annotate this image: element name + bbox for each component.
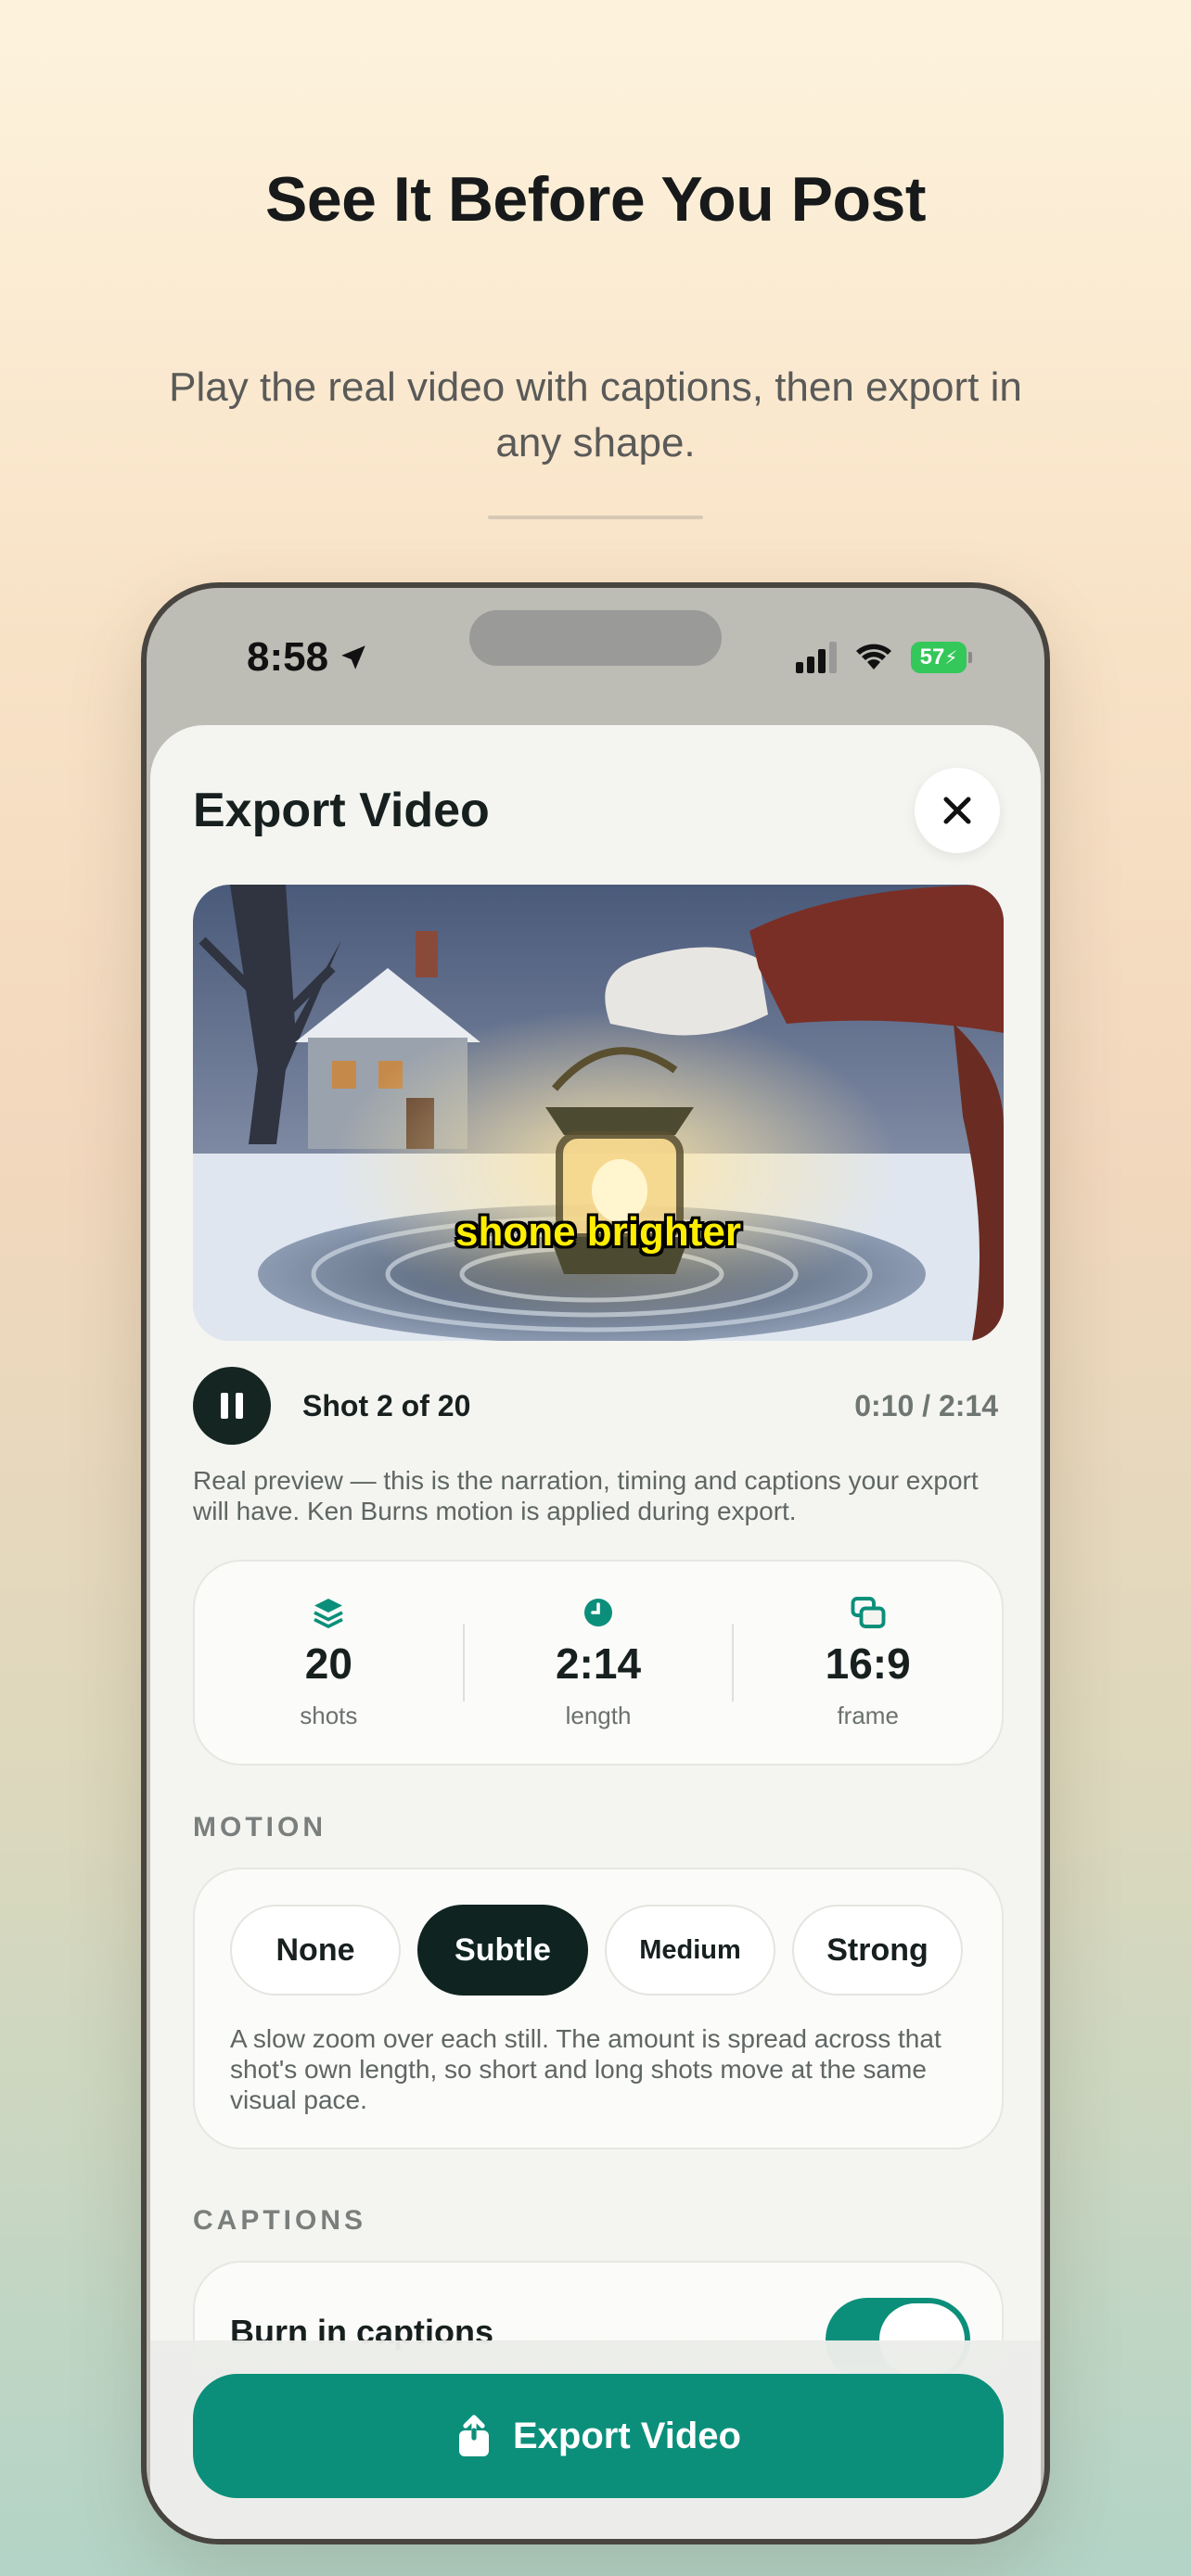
motion-card: None Subtle Medium Strong A slow zoom ov… xyxy=(193,1868,1004,2149)
preview-note: Real preview — this is the narration, ti… xyxy=(193,1466,979,1525)
promo-subhead: Play the real video with captions, then … xyxy=(169,364,1022,465)
captions-section-label: CAPTIONS xyxy=(193,2205,367,2236)
stats-card: 20 shots 2:14 length 16:9 frame xyxy=(193,1560,1004,1766)
stat-caption: length xyxy=(565,1701,632,1729)
cellular-signal-icon xyxy=(796,642,837,673)
video-preview[interactable]: shone brighter xyxy=(193,885,1004,1341)
close-icon xyxy=(943,797,971,824)
bottom-action-bar: Export Video xyxy=(150,2340,1041,2539)
clock-text: 8:58 xyxy=(247,634,329,680)
motion-section-label: MOTION xyxy=(193,1812,327,1843)
divider xyxy=(488,516,703,519)
video-frame-image xyxy=(193,885,1004,1341)
phone-frame: 8:58 57 ⚡ Export Video shone brighter Sh… xyxy=(141,582,1050,2544)
status-icons: 57 ⚡ xyxy=(796,642,972,673)
layers-icon xyxy=(314,1598,344,1628)
wifi-icon xyxy=(856,644,891,670)
export-video-button[interactable]: Export Video xyxy=(193,2374,1004,2498)
motion-option-subtle[interactable]: Subtle xyxy=(417,1905,588,1996)
close-button[interactable] xyxy=(915,768,1000,853)
pause-button[interactable] xyxy=(193,1367,271,1445)
playback-time: 0:10 / 2:14 xyxy=(854,1389,998,1422)
shot-counter: Shot 2 of 20 xyxy=(302,1389,471,1422)
stat-value: 16:9 xyxy=(825,1639,911,1688)
stat-value: 2:14 xyxy=(555,1639,642,1688)
stat-length: 2:14 length xyxy=(465,1596,733,1730)
export-button-label: Export Video xyxy=(513,2415,741,2456)
stat-shots: 20 shots xyxy=(195,1596,463,1730)
stat-value: 20 xyxy=(304,1639,352,1688)
export-sheet: Export Video shone brighter Shot 2 of 20… xyxy=(150,725,1041,2539)
share-icon xyxy=(459,2415,489,2456)
motion-option-none[interactable]: None xyxy=(230,1905,401,1996)
pause-icon xyxy=(221,1393,228,1419)
stat-caption: shots xyxy=(300,1701,358,1729)
motion-option-medium[interactable]: Medium xyxy=(605,1905,775,1996)
location-arrow-icon xyxy=(341,645,365,670)
sheet-title: Export Video xyxy=(193,784,490,837)
frame-icon xyxy=(851,1596,886,1628)
stat-caption: frame xyxy=(837,1701,899,1729)
status-time: 8:58 xyxy=(247,634,369,681)
motion-option-strong[interactable]: Strong xyxy=(792,1905,963,1996)
clock-icon xyxy=(584,1598,612,1626)
battery-icon: 57 ⚡ xyxy=(911,642,972,673)
video-caption: shone brighter xyxy=(455,1209,742,1255)
dynamic-island xyxy=(469,610,722,666)
promo-headline: See It Before You Post xyxy=(265,164,927,235)
battery-level: 57 xyxy=(919,644,945,670)
motion-description: A slow zoom over each still. The amount … xyxy=(230,2024,941,2114)
stat-frame: 16:9 frame xyxy=(734,1596,1002,1730)
